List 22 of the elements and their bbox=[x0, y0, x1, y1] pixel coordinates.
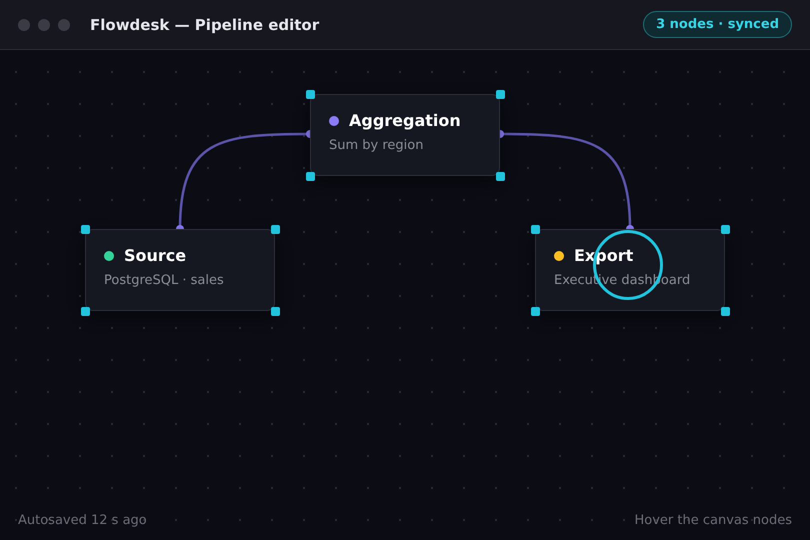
status-badge: 3 nodes · synced bbox=[643, 11, 792, 38]
node-subtitle: PostgreSQL · sales bbox=[104, 273, 225, 288]
resize-handle[interactable] bbox=[531, 307, 540, 316]
node-title: Aggregation bbox=[349, 111, 461, 130]
hint-text: Hover the canvas nodes bbox=[634, 513, 792, 528]
resize-handle[interactable] bbox=[496, 90, 505, 99]
resize-handle[interactable] bbox=[721, 307, 730, 316]
resize-handle[interactable] bbox=[531, 225, 540, 234]
pipeline-node[interactable]: Source PostgreSQL · sales bbox=[85, 229, 275, 311]
window-title: Flowdesk — Pipeline editor bbox=[90, 16, 320, 34]
resize-handle[interactable] bbox=[81, 307, 90, 316]
resize-handle[interactable] bbox=[306, 172, 315, 181]
resize-handle[interactable] bbox=[306, 90, 315, 99]
resize-handle[interactable] bbox=[721, 225, 730, 234]
pipeline-node[interactable]: Aggregation Sum by region bbox=[310, 94, 500, 176]
node-title: Source bbox=[124, 246, 186, 265]
resize-handle[interactable] bbox=[81, 225, 90, 234]
resize-handle[interactable] bbox=[496, 172, 505, 181]
resize-handle[interactable] bbox=[271, 225, 280, 234]
autosave-status: Autosaved 12 s ago bbox=[18, 513, 147, 528]
node-subtitle: Sum by region bbox=[329, 138, 424, 153]
resize-handle[interactable] bbox=[271, 307, 280, 316]
